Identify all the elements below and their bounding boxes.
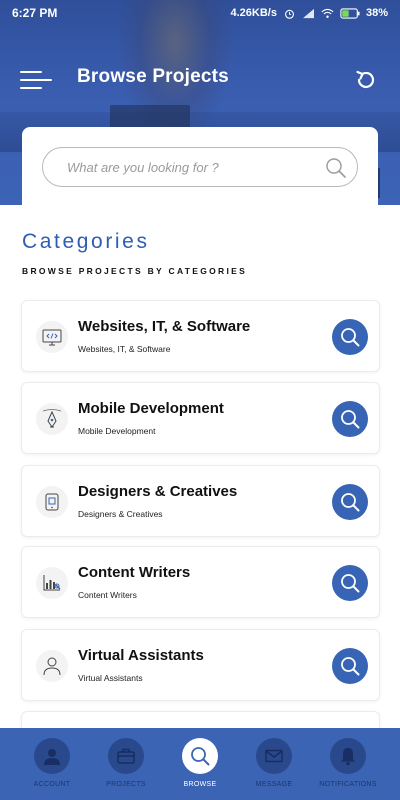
nav-notifications[interactable]: NOTIFICATIONS xyxy=(308,728,388,800)
category-title: Virtual Assistants xyxy=(78,647,204,664)
search-icon xyxy=(341,410,360,429)
signal-icon xyxy=(302,8,314,18)
refresh-icon[interactable] xyxy=(354,68,378,92)
category-subtitle: Virtual Assistants xyxy=(78,673,143,683)
section-subtitle: BROWSE PROJECTS BY CATEGORIES xyxy=(22,266,248,276)
status-time: 6:27 PM xyxy=(12,6,58,20)
category-title: Content Writers xyxy=(78,564,191,581)
category-search-button[interactable] xyxy=(332,565,368,601)
category-title: Designers & Creatives xyxy=(78,483,238,500)
category-title: Mobile Development xyxy=(78,400,224,417)
category-search-button[interactable] xyxy=(332,484,368,520)
wifi-icon xyxy=(321,8,334,18)
device-design-icon xyxy=(45,493,59,511)
category-card-virtual-assistants[interactable]: Virtual Assistants Virtual Assistants xyxy=(21,629,380,701)
nav-label: NOTIFICATIONS xyxy=(319,781,377,788)
page-title: Browse Projects xyxy=(77,66,229,87)
category-card-designers[interactable]: Designers & Creatives Designers & Creati… xyxy=(21,465,380,537)
search-icon[interactable] xyxy=(325,157,347,179)
search-icon xyxy=(341,657,360,676)
nav-browse[interactable]: BROWSE xyxy=(160,728,240,800)
search-box[interactable] xyxy=(42,147,358,187)
mail-icon xyxy=(265,749,283,763)
nav-account[interactable]: ACCOUNT xyxy=(12,728,92,800)
category-search-button[interactable] xyxy=(332,648,368,684)
nav-label: MESSAGE xyxy=(255,781,293,788)
category-subtitle: Designers & Creatives xyxy=(78,509,163,519)
nav-label: BROWSE xyxy=(183,781,217,788)
app-bar: Browse Projects xyxy=(0,58,400,102)
network-speed: 4.26KB/s xyxy=(230,7,277,19)
nav-label: PROJECTS xyxy=(106,781,146,788)
bottom-navigation: ACCOUNT PROJECTS BROWSE MESSAGE NOTIFICA… xyxy=(0,728,400,800)
category-card-mobile[interactable]: Mobile Development Mobile Development xyxy=(21,382,380,454)
category-subtitle: Mobile Development xyxy=(78,426,156,436)
pen-tool-icon xyxy=(42,409,62,428)
category-title: Websites, IT, & Software xyxy=(78,318,251,335)
account-icon xyxy=(44,749,60,765)
category-search-button[interactable] xyxy=(332,401,368,437)
category-subtitle: Content Writers xyxy=(78,590,137,600)
menu-icon[interactable] xyxy=(20,69,52,91)
nav-label: ACCOUNT xyxy=(33,781,71,788)
category-card-websites[interactable]: Websites, IT, & Software Websites, IT, &… xyxy=(21,300,380,372)
category-subtitle: Websites, IT, & Software xyxy=(78,344,171,354)
battery-percent: 38% xyxy=(365,7,388,19)
search-icon xyxy=(341,493,360,512)
search-icon xyxy=(341,574,360,593)
alarm-icon xyxy=(284,9,294,19)
category-card-content-writers[interactable]: Content Writers Content Writers xyxy=(21,546,380,618)
person-icon xyxy=(43,657,61,676)
briefcase-icon xyxy=(117,748,135,764)
battery-icon xyxy=(340,7,360,19)
search-icon xyxy=(191,747,210,766)
category-search-button[interactable] xyxy=(332,319,368,355)
nav-message[interactable]: MESSAGE xyxy=(234,728,314,800)
status-bar: 6:27 PM 4.26KB/s 38% xyxy=(0,0,400,26)
search-input[interactable] xyxy=(67,157,317,177)
chart-writing-icon xyxy=(43,575,61,591)
section-title: Categories xyxy=(22,230,150,253)
code-monitor-icon xyxy=(42,329,62,346)
bell-icon xyxy=(341,748,355,766)
search-card xyxy=(22,127,378,207)
nav-projects[interactable]: PROJECTS xyxy=(86,728,166,800)
search-icon xyxy=(341,328,360,347)
